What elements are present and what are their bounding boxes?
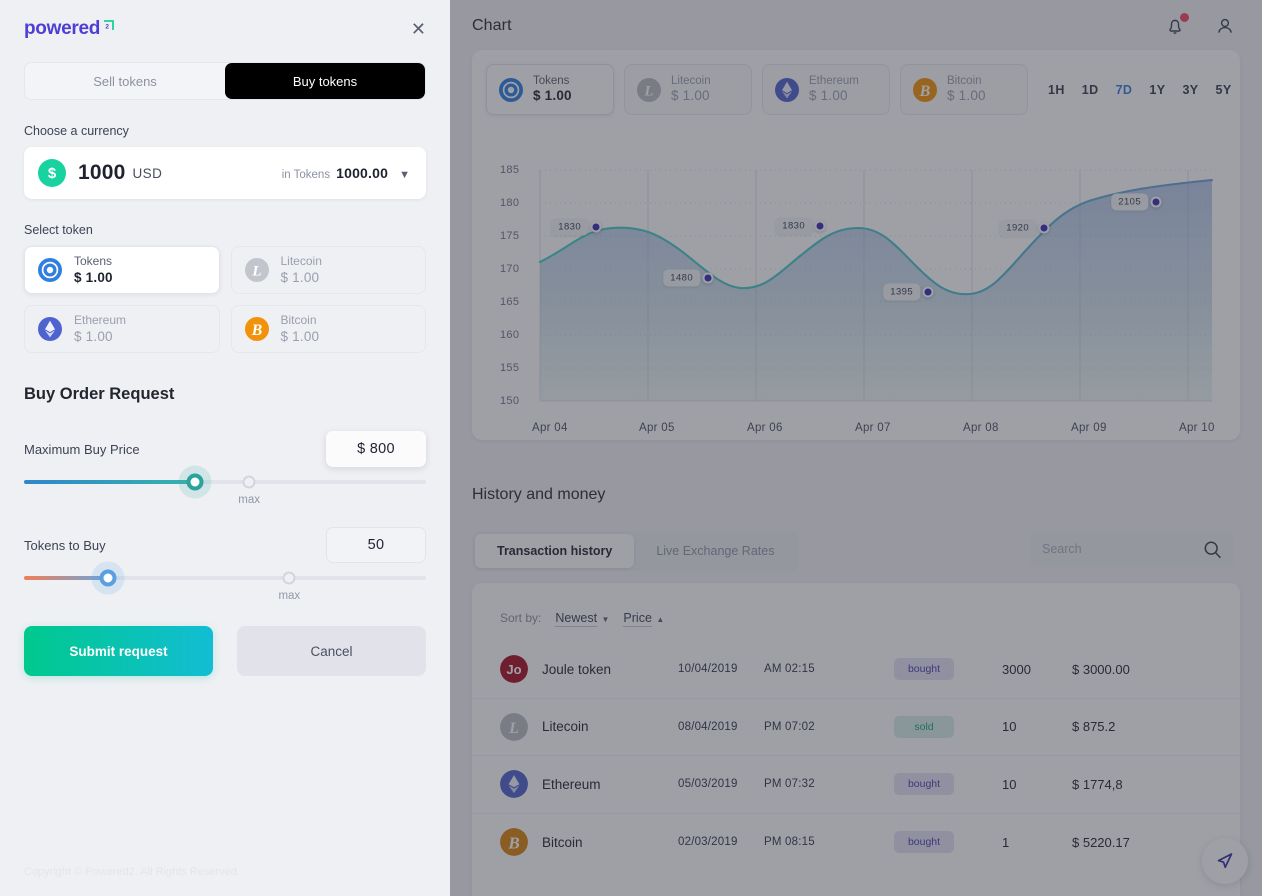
tab-buy-tokens[interactable]: Buy tokens — [225, 63, 425, 99]
converted-label: in Tokens — [281, 169, 331, 181]
logo: powered 2 — [24, 18, 115, 40]
svg-text:2: 2 — [105, 24, 109, 31]
token-price: $ 1.00 — [74, 270, 113, 286]
token-option-bitcoin[interactable]: B Bitcoin $ 1.00 — [230, 305, 426, 353]
token-name: Bitcoin — [280, 312, 317, 327]
max-buy-price-block: Maximum Buy Price $ 800 max — [24, 430, 426, 506]
slider-max-marker[interactable] — [282, 571, 296, 585]
tokens-to-buy-value[interactable]: 50 — [326, 527, 426, 563]
converted-amount: 1000.00 — [336, 165, 389, 181]
bitcoin-icon: B — [244, 317, 269, 341]
token-price: $ 1.00 — [280, 329, 320, 345]
tokens-to-buy-slider[interactable]: max — [24, 569, 426, 602]
token-option-ethereum[interactable]: Ethereum $ 1.00 — [24, 305, 220, 353]
tokens-to-buy-block: Tokens to Buy 50 max — [24, 526, 426, 602]
select-token-label: Select token — [24, 223, 93, 237]
tab-sell-tokens[interactable]: Sell tokens — [25, 63, 225, 99]
currency-amount: 1000 — [78, 161, 126, 184]
app-root: Chart Tokens $ 1.00 L Litecoin $ 1.00 Et… — [0, 0, 1262, 896]
slider-fill — [24, 480, 195, 484]
submit-request-button[interactable]: Submit request — [24, 626, 213, 676]
currency-code: USD — [132, 165, 163, 181]
token-name: Tokens — [74, 253, 113, 268]
copyright-text: Copyright © Powered2. All Rights Reserve… — [24, 866, 240, 878]
slider-max-label: max — [238, 494, 260, 506]
slider-max-label: max — [278, 590, 301, 602]
tokens-icon — [38, 258, 62, 282]
slider-fill — [24, 576, 109, 580]
token-option-litecoin[interactable]: L Litecoin $ 1.00 — [230, 246, 426, 294]
token-name: Litecoin — [280, 253, 322, 268]
max-buy-price-label: Maximum Buy Price — [24, 441, 140, 457]
slider-thumb[interactable] — [186, 473, 204, 491]
token-option-tokens[interactable]: Tokens $ 1.00 — [24, 246, 220, 294]
currency-selector[interactable]: $ 1000 USD in Tokens 1000.00 ▼ — [24, 147, 426, 199]
cancel-button[interactable]: Cancel — [237, 626, 426, 676]
panel-actions: Submit request Cancel — [24, 626, 426, 676]
logo-mark-icon: 2 — [104, 20, 114, 31]
svg-text:B: B — [250, 322, 262, 339]
slider-max-marker[interactable] — [242, 475, 256, 489]
token-price: $ 1.00 — [280, 270, 320, 286]
tokens-to-buy-label: Tokens to Buy — [24, 537, 106, 553]
slider-thumb[interactable] — [99, 569, 117, 587]
buy-tokens-panel: powered 2 ✕ Sell tokens Buy tokens Choos… — [0, 0, 450, 896]
logo-text: powered — [24, 18, 101, 39]
token-name: Ethereum — [74, 312, 127, 327]
currency-label: Choose a currency — [24, 124, 129, 138]
max-buy-price-slider[interactable]: max — [24, 473, 426, 506]
buy-sell-toggle: Sell tokens Buy tokens — [24, 62, 426, 100]
max-buy-price-value[interactable]: $ 800 — [326, 431, 426, 467]
svg-text:L: L — [251, 264, 261, 280]
token-price: $ 1.00 — [74, 329, 113, 345]
ethereum-icon — [38, 317, 62, 341]
token-grid: Tokens $ 1.00 L Litecoin $ 1.00 Ethereum… — [24, 246, 426, 353]
panel-header: powered 2 ✕ — [0, 0, 450, 40]
litecoin-icon: L — [244, 258, 269, 282]
order-section-title: Buy Order Request — [24, 385, 175, 403]
close-icon[interactable]: ✕ — [411, 20, 426, 38]
chevron-down-icon[interactable]: ▼ — [399, 169, 410, 181]
dollar-icon: $ — [38, 159, 66, 187]
